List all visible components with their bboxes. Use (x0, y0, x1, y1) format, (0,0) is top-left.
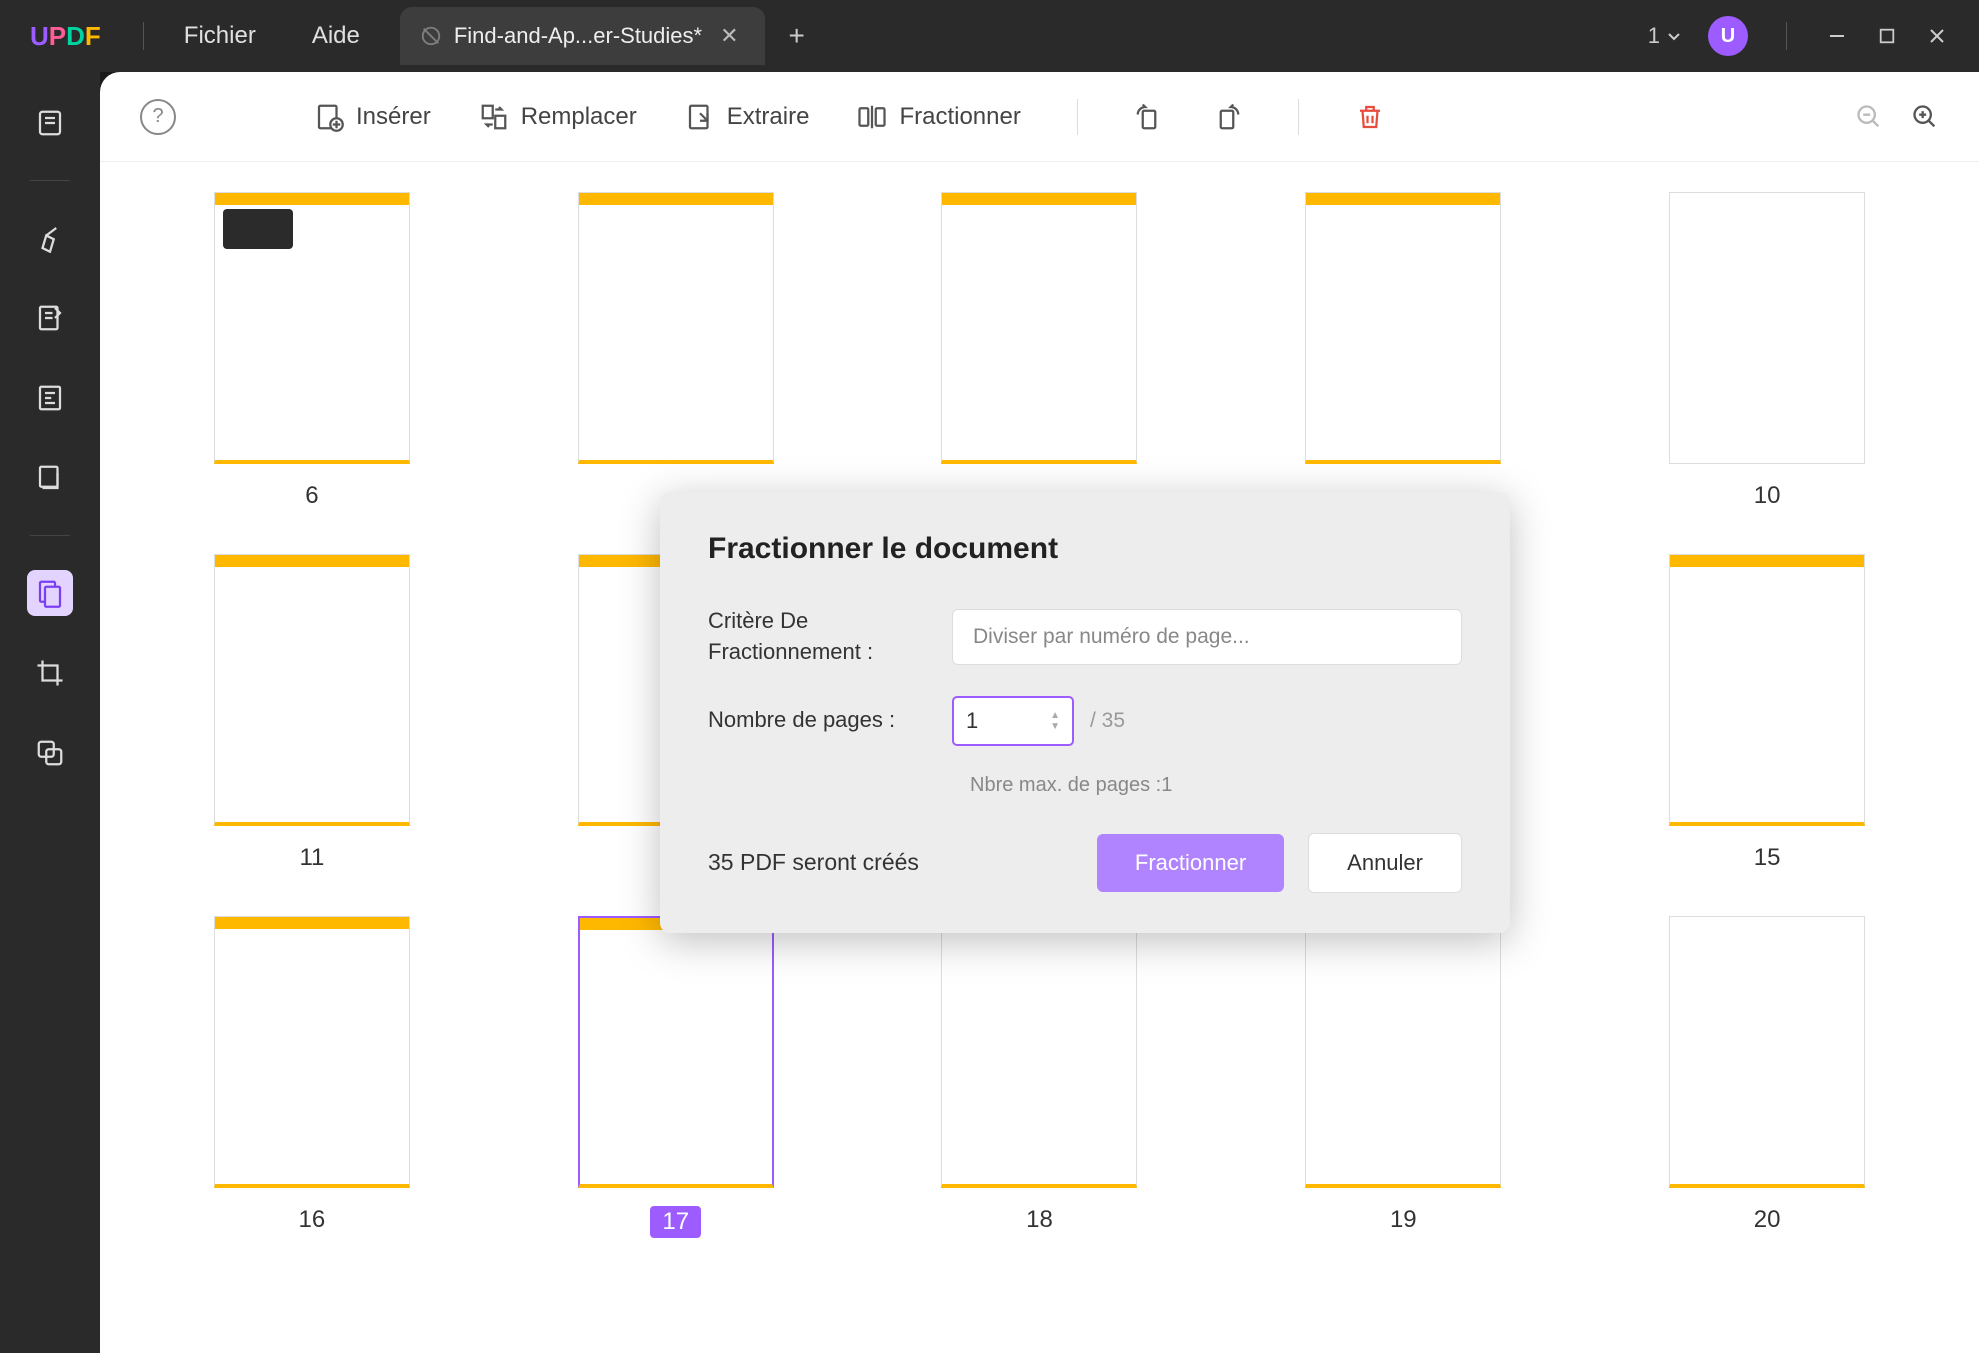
dialog-status: 35 PDF seront créés (708, 849, 919, 876)
split-label: Fractionner (899, 103, 1020, 131)
window-count-value: 1 (1648, 23, 1660, 49)
page-number: 16 (299, 1206, 326, 1234)
user-avatar[interactable]: U (1708, 16, 1748, 56)
split-icon (857, 102, 887, 132)
app-logo: UPDF (0, 21, 131, 52)
new-tab-button[interactable]: + (765, 20, 829, 52)
spinner-icon[interactable]: ▲▼ (1050, 710, 1060, 732)
tab-document-icon (420, 25, 442, 47)
extract-icon (685, 102, 715, 132)
sidebar-highlight[interactable] (27, 215, 73, 261)
confirm-button[interactable]: Fractionner (1097, 834, 1284, 892)
divider (1786, 22, 1787, 50)
left-sidebar (0, 72, 100, 1353)
page-thumb[interactable] (1271, 192, 1535, 510)
page-number: 11 (299, 844, 324, 872)
tab-close-icon[interactable]: ✕ (714, 23, 744, 49)
delete-button[interactable] (1355, 102, 1385, 132)
dialog-title: Fractionner le document (708, 532, 1462, 566)
tab-title: Find-and-Ap...er-Studies* (454, 23, 702, 49)
sidebar-organize[interactable] (27, 570, 73, 616)
insert-label: Insérer (356, 103, 431, 131)
criterion-placeholder: Diviser par numéro de page... (973, 625, 1250, 649)
page-number: 10 (1754, 482, 1781, 510)
minimize-button[interactable] (1825, 24, 1849, 48)
criterion-label: Critère De Fractionnement : (708, 606, 928, 668)
divider (143, 22, 144, 50)
page-thumb[interactable] (908, 192, 1172, 510)
maximize-button[interactable] (1875, 24, 1899, 48)
sidebar-layers[interactable] (27, 730, 73, 776)
page-thumb[interactable]: 10 (1635, 192, 1899, 510)
pages-value: 1 (966, 708, 978, 734)
page-number: 6 (305, 482, 318, 510)
help-button[interactable]: ? (140, 99, 176, 135)
cancel-button[interactable]: Annuler (1308, 833, 1462, 893)
sidebar-separator (30, 535, 70, 536)
window-count[interactable]: 1 (1648, 23, 1682, 49)
zoom-in-button[interactable] (1911, 103, 1939, 131)
close-button[interactable] (1925, 24, 1949, 48)
pages-total: / 35 (1090, 709, 1125, 733)
separator (1077, 99, 1078, 135)
max-pages-hint: Nbre max. de pages :1 (970, 774, 1462, 797)
zoom-out-button[interactable] (1855, 103, 1883, 131)
sidebar-edit[interactable] (27, 295, 73, 341)
split-button[interactable]: Fractionner (857, 102, 1020, 132)
criterion-select[interactable]: Diviser par numéro de page... (952, 609, 1462, 665)
sidebar-crop[interactable] (27, 650, 73, 696)
sidebar-convert[interactable] (27, 455, 73, 501)
insert-icon (314, 102, 344, 132)
pages-input[interactable]: 1 ▲▼ (952, 696, 1074, 746)
page-number: 15 (1754, 844, 1781, 872)
rotate-right-button[interactable] (1212, 102, 1242, 132)
pages-label: Nombre de pages : (708, 705, 928, 736)
chevron-down-icon (1666, 28, 1682, 44)
page-thumb[interactable]: 17 (544, 916, 808, 1238)
page-thumb[interactable]: 19 (1271, 916, 1535, 1238)
separator (1298, 99, 1299, 135)
split-dialog: Fractionner le document Critère De Fract… (660, 492, 1510, 933)
extract-button[interactable]: Extraire (685, 102, 810, 132)
page-number-selected: 17 (650, 1206, 701, 1238)
page-thumb[interactable]: 18 (908, 916, 1172, 1238)
sidebar-form[interactable] (27, 375, 73, 421)
page-thumb[interactable]: 11 (180, 554, 444, 872)
sidebar-reader[interactable] (27, 100, 73, 146)
page-number: 19 (1390, 1206, 1417, 1234)
page-thumb[interactable]: 16 (180, 916, 444, 1238)
toolbar: ? Insérer Remplacer Extraire Fractionner (100, 72, 1979, 162)
page-number: 20 (1754, 1206, 1781, 1234)
menu-file[interactable]: Fichier (156, 22, 284, 50)
page-thumb[interactable]: 15 (1635, 554, 1899, 872)
menu-help[interactable]: Aide (284, 22, 388, 50)
page-thumb[interactable] (544, 192, 808, 510)
insert-button[interactable]: Insérer (314, 102, 431, 132)
document-tab[interactable]: Find-and-Ap...er-Studies* ✕ (400, 7, 765, 65)
extract-label: Extraire (727, 103, 810, 131)
replace-icon (479, 102, 509, 132)
replace-button[interactable]: Remplacer (479, 102, 637, 132)
page-thumb[interactable]: 6 (180, 192, 444, 510)
replace-label: Remplacer (521, 103, 637, 131)
content-panel: ? Insérer Remplacer Extraire Fractionner (100, 72, 1979, 1353)
page-thumb[interactable]: 20 (1635, 916, 1899, 1238)
rotate-left-button[interactable] (1134, 102, 1164, 132)
sidebar-separator (30, 180, 70, 181)
titlebar: UPDF Fichier Aide Find-and-Ap...er-Studi… (0, 0, 1979, 72)
page-number: 18 (1026, 1206, 1053, 1234)
